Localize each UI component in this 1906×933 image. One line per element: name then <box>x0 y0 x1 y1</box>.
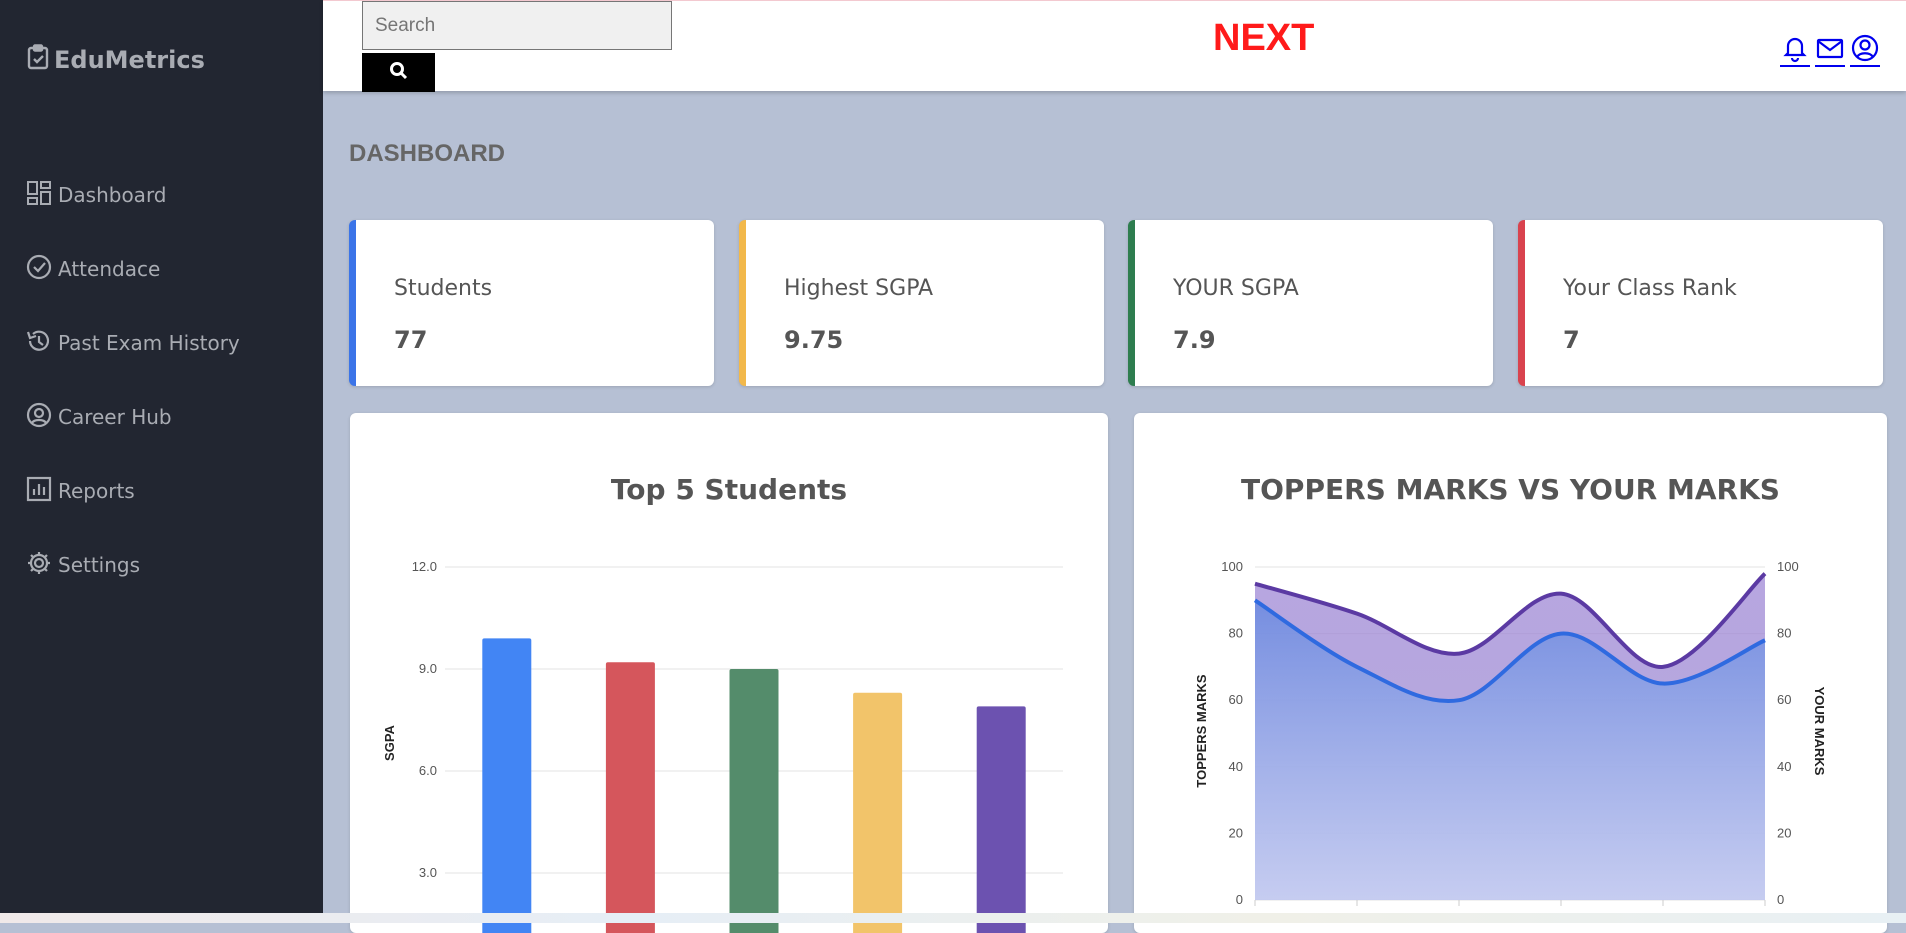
stat-label: Highest SGPA <box>784 276 934 301</box>
search-button[interactable] <box>362 53 435 92</box>
stat-value: 9.75 <box>784 326 844 354</box>
sidebar-item-label: Past Exam History <box>58 331 240 355</box>
stat-label: Students <box>394 276 493 301</box>
sidebar-item-label: Reports <box>58 479 135 503</box>
sidebar-item-past-exam-history[interactable]: Past Exam History <box>26 306 240 380</box>
y-tick-label-left: 20 <box>1229 825 1243 840</box>
y-tick-label-left: 60 <box>1229 692 1243 707</box>
bar <box>482 638 532 933</box>
y-tick-label-right: 80 <box>1777 626 1791 641</box>
bar <box>605 662 655 933</box>
sidebar-nav: Dashboard Attendace Past Exam History Ca… <box>26 158 240 602</box>
topbar-icons <box>1780 33 1880 67</box>
stat-card-highest-sgpa: Highest SGPA 9.75 <box>739 220 1104 386</box>
search-input[interactable] <box>362 1 672 50</box>
y-axis-label: SGPA <box>382 724 397 760</box>
sidebar: EduMetrics Dashboard Attendace Past Exam… <box>0 0 323 923</box>
dashboard-icon <box>26 180 52 211</box>
y-axis-label-right: YOUR MARKS <box>1812 687 1827 776</box>
y-tick-label-left: 40 <box>1229 759 1243 774</box>
next-label: NEXT <box>1213 17 1315 59</box>
stat-card-your-sgpa: YOUR SGPA 7.9 <box>1128 220 1493 386</box>
y-tick-label-left: 0 <box>1236 892 1243 907</box>
stat-label: Your Class Rank <box>1563 276 1737 301</box>
sidebar-item-dashboard[interactable]: Dashboard <box>26 158 240 232</box>
sidebar-item-label: Career Hub <box>58 405 172 429</box>
search-icon <box>389 61 409 84</box>
sidebar-item-label: Dashboard <box>58 183 167 207</box>
mail-icon <box>1815 38 1845 67</box>
top-students-chart: 3.0 6.0 9.0 12.0 SGPA <box>382 559 1063 933</box>
y-tick-label-right: 20 <box>1777 825 1791 840</box>
bell-icon <box>1780 37 1810 67</box>
brand[interactable]: EduMetrics <box>26 44 205 76</box>
user-circle-icon <box>1850 34 1880 67</box>
history-icon <box>26 328 52 359</box>
sidebar-item-career-hub[interactable]: Career Hub <box>26 380 240 454</box>
sidebar-item-label: Settings <box>58 553 141 577</box>
profile-link[interactable] <box>1850 33 1880 67</box>
marks-compare-panel: TOPPERS MARKS VS YOUR MARKS 0 0 20 20 40 40 60… <box>1134 413 1887 933</box>
y-tick-label-right: 40 <box>1777 759 1791 774</box>
bar <box>976 706 1026 933</box>
y-axis-label-left: TOPPERS MARKS <box>1194 674 1209 787</box>
page-title: DASHBOARD <box>349 140 505 167</box>
check-circle-icon <box>26 254 52 285</box>
y-tick-label-right: 0 <box>1777 892 1784 907</box>
stat-value: 7.9 <box>1173 326 1216 354</box>
stat-value: 77 <box>394 326 428 354</box>
sidebar-item-reports[interactable]: Reports <box>26 454 240 528</box>
top-students-panel: Top 5 Students 3.0 6.0 9.0 12.0 SGPA <box>350 413 1108 933</box>
topbar: NEXT <box>323 0 1906 92</box>
y-tick-label: 3.0 <box>419 865 437 880</box>
y-tick-label: 9.0 <box>419 661 437 676</box>
y-tick-label-left: 100 <box>1221 559 1243 574</box>
bar-chart-icon <box>26 476 52 507</box>
sidebar-item-label: Attendace <box>58 257 161 281</box>
clipboard-check-icon <box>26 44 50 76</box>
stat-card-class-rank: Your Class Rank 7 <box>1518 220 1883 386</box>
y-tick-label: 6.0 <box>419 763 437 778</box>
stat-label: YOUR SGPA <box>1173 276 1299 301</box>
y-tick-label-left: 80 <box>1229 626 1243 641</box>
sidebar-item-settings[interactable]: Settings <box>26 528 240 602</box>
gear-icon <box>26 550 52 581</box>
sidebar-item-attendance[interactable]: Attendace <box>26 232 240 306</box>
bar <box>729 669 779 933</box>
stat-value: 7 <box>1563 326 1580 354</box>
user-circle-icon <box>26 402 52 433</box>
y-tick-label-right: 100 <box>1777 559 1799 574</box>
y-tick-label: 12.0 <box>412 559 437 574</box>
taskbar <box>0 913 1906 923</box>
bar <box>853 692 903 933</box>
stat-card-students: Students 77 <box>349 220 714 386</box>
messages-link[interactable] <box>1815 33 1845 67</box>
brand-name: EduMetrics <box>54 46 205 74</box>
marks-compare-chart: 0 0 20 20 40 40 60 60 80 80 100 100 TOPPERS MARKS YOU… <box>1194 559 1827 907</box>
notifications-link[interactable] <box>1780 33 1810 67</box>
y-tick-label-right: 60 <box>1777 692 1791 707</box>
